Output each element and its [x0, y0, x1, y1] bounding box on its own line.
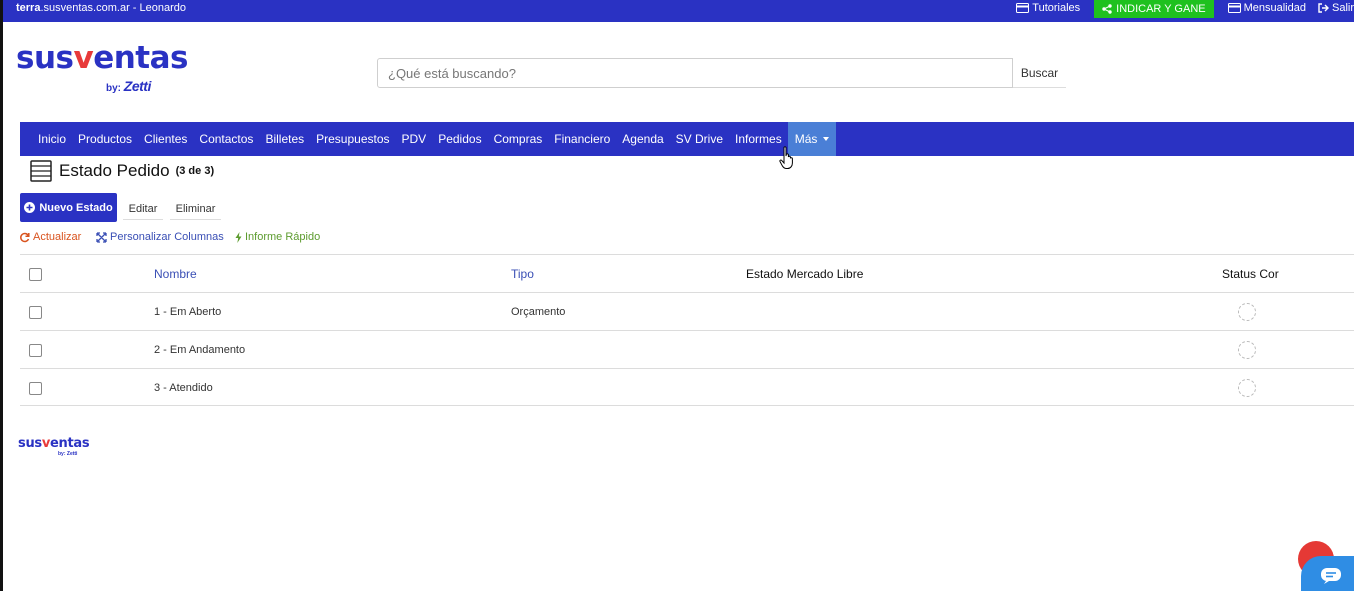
page-header: Estado Pedido (3 de 3): [30, 160, 214, 182]
hand-cursor-icon: [779, 146, 793, 169]
nav-item-sv-drive[interactable]: SV Drive: [670, 122, 729, 156]
footer-logo-wordmark: susventas: [18, 436, 90, 451]
salir-link[interactable]: Salir: [1318, 0, 1354, 16]
expand-icon: [96, 231, 107, 243]
row-select-cell: [29, 369, 42, 407]
main-nav: Inicio Productos Clientes Contactos Bill…: [20, 122, 1354, 156]
nav-item-mas-label: Más: [794, 132, 818, 146]
select-all-cell: [29, 255, 42, 293]
card-icon: [1016, 3, 1030, 13]
eliminar-button[interactable]: Eliminar: [170, 198, 221, 220]
informe-rapido-link[interactable]: Informe Rápido: [235, 231, 320, 243]
column-header-nombre[interactable]: Nombre: [154, 255, 197, 293]
nav-item-billetes[interactable]: Billetes: [259, 122, 310, 156]
server-icon: [30, 160, 52, 182]
cell-status-cor: [1238, 293, 1256, 331]
personalizar-columnas-link[interactable]: Personalizar Columnas: [96, 231, 224, 243]
table-row[interactable]: 1 - Em Aberto Orçamento: [20, 292, 1354, 330]
logo-wordmark: susventas: [16, 40, 188, 76]
row-select-cell: [29, 293, 42, 331]
indicar-gane-button[interactable]: INDICAR Y GANE: [1094, 0, 1214, 18]
tutoriales-label: Tutoriales: [1032, 2, 1081, 14]
cell-tipo: Orçamento: [511, 306, 566, 318]
nav-item-compras[interactable]: Compras: [488, 122, 549, 156]
table-row[interactable]: 3 - Atendido: [20, 368, 1354, 406]
nav-item-agenda[interactable]: Agenda: [616, 122, 669, 156]
row-checkbox[interactable]: [29, 305, 42, 319]
logo-byline: by: Zetti: [106, 78, 151, 94]
nav-item-clientes[interactable]: Clientes: [138, 122, 193, 156]
cell-nombre: 1 - Em Aberto: [154, 306, 222, 318]
table-header: Nombre Tipo Estado Mercado Libre Status …: [20, 254, 1354, 292]
tutoriales-link[interactable]: Tutoriales: [1016, 0, 1080, 16]
site-label: terra.susventas.com.ar - Leonardo: [16, 0, 186, 22]
nav-item-presupuestos[interactable]: Presupuestos: [310, 122, 395, 156]
cell-nombre: 3 - Atendido: [154, 382, 213, 394]
estado-table: Nombre Tipo Estado Mercado Libre Status …: [20, 254, 1354, 406]
susventas-logo[interactable]: susventas by: Zetti: [16, 40, 188, 100]
bolt-icon: [235, 231, 242, 243]
signout-icon: [1318, 3, 1329, 13]
informe-label: Informe Rápido: [245, 231, 321, 243]
buscar-button[interactable]: Buscar: [1013, 58, 1066, 88]
nav-item-inicio[interactable]: Inicio: [32, 122, 72, 156]
refresh-icon: [20, 232, 30, 242]
site-subdomain: terra: [16, 2, 41, 14]
mensualidad-label: Mensualidad: [1243, 2, 1306, 14]
footer-logo: susventas by: Zetti: [18, 436, 90, 458]
footer-logo-byline: by: Zetti: [58, 451, 78, 457]
card-icon: [1227, 3, 1241, 13]
page-title: Estado Pedido: [59, 161, 170, 180]
row-checkbox[interactable]: [29, 343, 42, 357]
color-swatch: [1238, 303, 1256, 321]
nav-item-contactos[interactable]: Contactos: [193, 122, 259, 156]
nav-item-pdv[interactable]: PDV: [396, 122, 433, 156]
personalizar-label: Personalizar Columnas: [110, 231, 224, 243]
color-swatch: [1238, 341, 1256, 359]
chat-icon: [1321, 568, 1341, 584]
editar-button[interactable]: Editar: [123, 198, 163, 220]
caret-down-icon: [823, 137, 830, 141]
record-count: (3 de 3): [175, 165, 215, 177]
cell-nombre: 2 - Em Andamento: [154, 344, 246, 356]
indicar-gane-label: INDICAR Y GANE: [1116, 3, 1206, 15]
share-icon: [1102, 4, 1112, 14]
table-row[interactable]: 2 - Em Andamento: [20, 330, 1354, 368]
select-all-checkbox[interactable]: [29, 267, 42, 281]
nav-item-financiero[interactable]: Financiero: [548, 122, 616, 156]
cell-status-cor: [1238, 331, 1256, 369]
column-header-tipo[interactable]: Tipo: [511, 255, 534, 293]
nuevo-estado-button[interactable]: Nuevo Estado: [20, 193, 117, 222]
column-header-estado-ml: Estado Mercado Libre: [746, 267, 864, 281]
row-select-cell: [29, 331, 42, 369]
nuevo-estado-label: Nuevo Estado: [39, 201, 113, 214]
nav-item-productos[interactable]: Productos: [72, 122, 138, 156]
actualizar-label: Actualizar: [33, 231, 82, 243]
nav-item-pedidos[interactable]: Pedidos: [432, 122, 487, 156]
mensualidad-link[interactable]: Mensualidad: [1227, 0, 1306, 16]
cell-status-cor: [1238, 369, 1256, 407]
top-bar: terra.susventas.com.ar - Leonardo Tutori…: [3, 0, 1354, 22]
site-domain-user: .susventas.com.ar - Leonardo: [40, 2, 186, 14]
column-header-status-cor: Status Cor: [1222, 267, 1279, 281]
row-checkbox[interactable]: [29, 381, 42, 395]
chat-widget-button[interactable]: [1301, 556, 1354, 591]
plus-circle-icon: [24, 202, 36, 213]
search-input[interactable]: [377, 58, 1013, 88]
color-swatch: [1238, 379, 1256, 397]
actualizar-link[interactable]: Actualizar: [19, 231, 81, 243]
salir-label: Salir: [1331, 2, 1354, 14]
